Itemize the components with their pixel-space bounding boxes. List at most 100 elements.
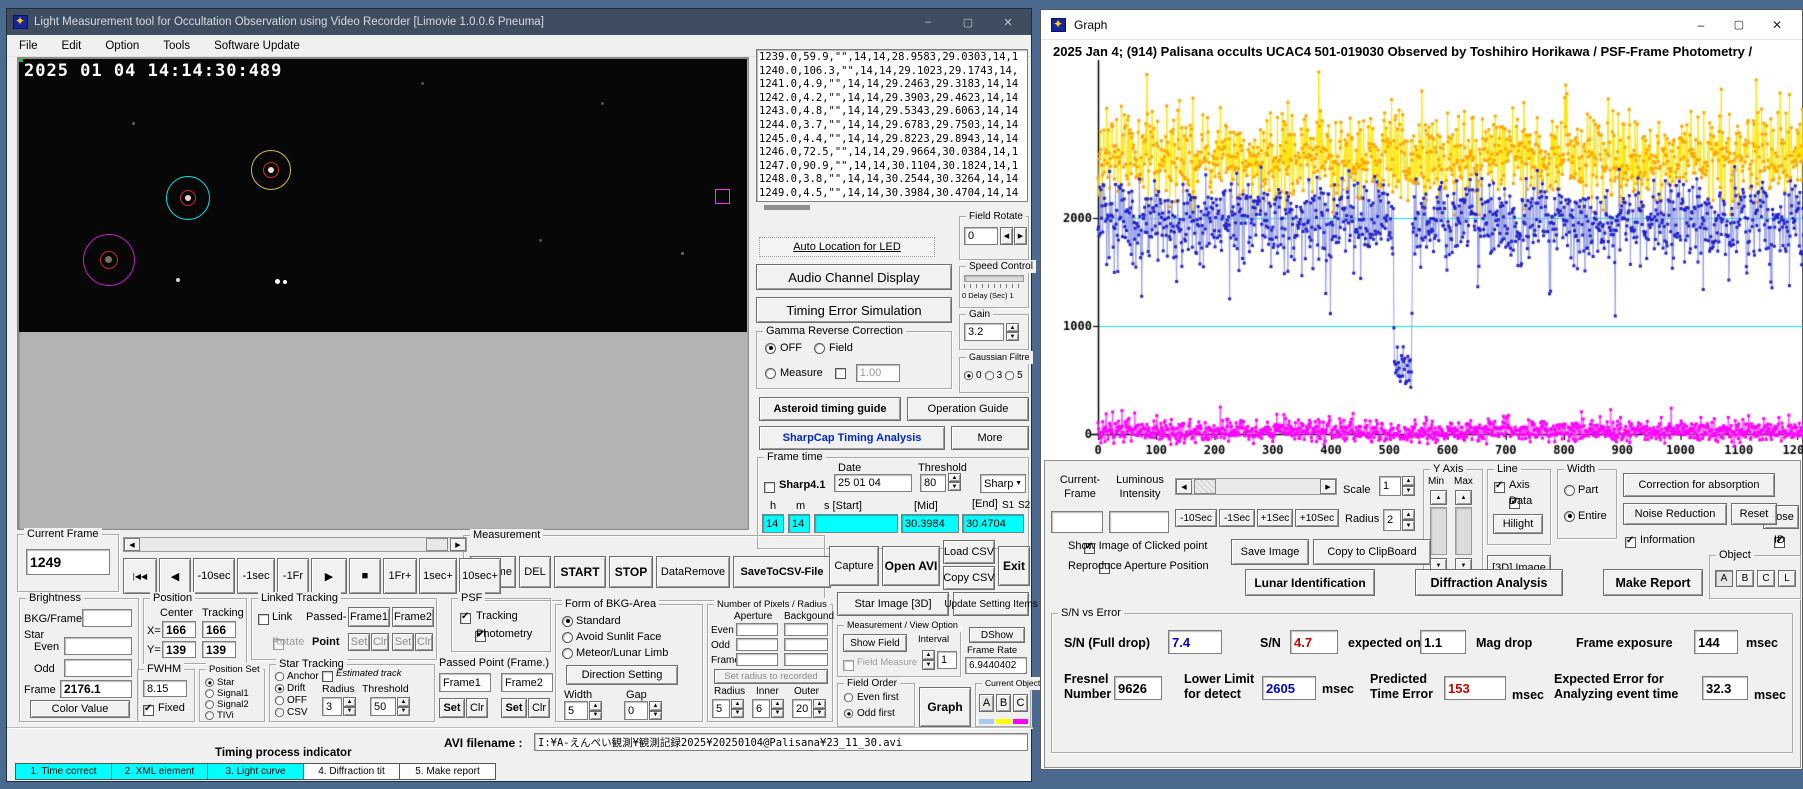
field-rotate-value[interactable]: 0 [964, 227, 998, 245]
update-setting-items-button[interactable]: Update Setting Items [944, 592, 1038, 616]
outer-spinner[interactable]: ▲ ▼ [813, 699, 826, 718]
frame-rate-value[interactable]: 6.9440402 [965, 657, 1027, 674]
copy-clipboard-button[interactable]: Copy to ClipBoard [1313, 539, 1431, 565]
timing-error-simulation-button[interactable]: Timing Error Simulation [756, 297, 952, 323]
field-measure-checkbox[interactable] [843, 660, 854, 671]
star-odd-field[interactable] [64, 659, 132, 677]
bkg-width-value[interactable]: 5 [564, 701, 588, 720]
bkg-gap-value[interactable]: 0 [624, 701, 648, 720]
interval-value[interactable]: 1 [937, 651, 957, 669]
asteroid-timing-guide-button[interactable]: Asteroid timing guide [759, 397, 901, 421]
star-even-field[interactable] [64, 637, 132, 655]
time-h-field[interactable]: 14 [762, 514, 784, 533]
bkg-frame-field[interactable] [82, 609, 132, 627]
ymin-shaft[interactable] [1430, 507, 1447, 555]
outer-value[interactable]: 20 [792, 699, 812, 718]
gauss-5-radio[interactable] [1004, 370, 1015, 381]
track-anchor-radio[interactable] [274, 671, 285, 682]
object-b-button[interactable]: B [996, 694, 1011, 712]
minus-1frame-button[interactable]: -1Fr [277, 558, 309, 594]
graph-scrollbar[interactable]: ◀ ▶ [1175, 478, 1337, 495]
bkg-sunlit-radio[interactable] [562, 631, 573, 643]
plus-10sec-button[interactable]: 10sec+ [459, 558, 501, 594]
object-c-button[interactable]: C [1757, 570, 1775, 587]
scroll-thumb[interactable] [426, 538, 448, 551]
link-checkbox[interactable] [258, 614, 269, 625]
center-y-field[interactable]: 139 [162, 641, 196, 658]
scale-spinner[interactable]: ▲ ▼ [1402, 476, 1415, 496]
time-end-field[interactable]: 30.4704 [962, 514, 1024, 533]
passed-clr2-button[interactable]: Clr [528, 698, 550, 718]
tab-light-curve[interactable]: 3. Light curve [207, 763, 304, 780]
scroll-thumb[interactable] [1194, 479, 1216, 494]
current-frame-input[interactable] [1051, 511, 1103, 533]
menu-edit[interactable]: Edit [50, 40, 94, 52]
copy-csv-button[interactable]: Copy CSV [943, 566, 995, 590]
plus-1frame-button[interactable]: 1Fr+ [383, 558, 417, 594]
reset-button[interactable]: Reset [1731, 503, 1777, 525]
set-radius-recorded-button[interactable]: Set radius to recorded [714, 669, 828, 684]
object-l-button[interactable]: L [1778, 570, 1796, 587]
line-axis-checkbox[interactable] [1494, 480, 1505, 493]
odd-first-radio[interactable] [843, 708, 854, 719]
object-a-button[interactable]: A [979, 694, 994, 712]
close-button[interactable]: ✕ [991, 12, 1025, 32]
del-button[interactable]: DEL [519, 556, 551, 588]
frame-position-scrollbar[interactable]: ◀ ▶ [123, 537, 467, 552]
plus-1sec-button[interactable]: 1sec+ [419, 558, 457, 594]
plus-10sec-button[interactable]: +10Sec [1295, 509, 1339, 527]
gamma-checkbox[interactable] [834, 367, 846, 379]
object-a-button[interactable]: A [1715, 570, 1733, 587]
start-button[interactable]: START [554, 556, 606, 588]
gauss-3-radio[interactable] [984, 370, 994, 381]
gain-spinner[interactable]: ▲ ▼ [1006, 323, 1019, 341]
tab-xml-element[interactable]: 2. XML element [111, 763, 208, 780]
linked-frame2-button[interactable]: Frame2 [392, 607, 434, 627]
operation-guide-button[interactable]: Operation Guide [907, 397, 1029, 421]
interval-spinner[interactable]: ▲ ▼ [922, 650, 935, 670]
gain-value[interactable]: 3.2 [964, 323, 1004, 341]
current-frame-value[interactable]: 1249 [26, 549, 110, 575]
graph-radius-value[interactable]: 2 [1383, 509, 1401, 531]
aperture-frame-field[interactable] [736, 653, 778, 666]
data-remove-button[interactable]: DataRemove [656, 556, 730, 588]
tab-diffraction[interactable]: 4. Diffraction tit [303, 763, 400, 780]
minus-10sec-button[interactable]: -10sec [193, 558, 235, 594]
scroll-left-arrow[interactable]: ◀ [1176, 479, 1192, 494]
stop-button[interactable]: STOP [609, 556, 653, 588]
menu-tools[interactable]: Tools [151, 40, 202, 52]
aperture-odd-field[interactable] [736, 638, 778, 651]
ymax-up-button[interactable]: ▲ [1455, 490, 1472, 505]
scroll-right-arrow[interactable]: ▶ [450, 538, 466, 551]
luminous-intensity-input[interactable] [1109, 511, 1169, 533]
gamma-value-field[interactable]: 1.00 [855, 364, 900, 382]
graph-button[interactable]: Graph [919, 687, 971, 727]
passed-set1-button[interactable]: Set [439, 698, 465, 718]
hilight-button[interactable]: Hilight [1493, 514, 1543, 534]
gamma-off-radio[interactable] [765, 342, 776, 354]
tracking-y-field[interactable]: 139 [202, 641, 236, 658]
linked-set1-button[interactable]: Set [348, 633, 370, 651]
linked-frame1-button[interactable]: Frame1 [348, 607, 390, 627]
make-report-button[interactable]: Make Report [1603, 569, 1703, 596]
object-c-button[interactable]: C [1013, 694, 1028, 712]
diffraction-analysis-button[interactable]: Diffraction Analysis [1415, 569, 1563, 596]
step-back-button[interactable]: ◀ [159, 558, 191, 594]
minimize-button[interactable]: – [1686, 13, 1716, 37]
linked-clr2-button[interactable]: Clr [415, 633, 433, 651]
audio-channel-display-button[interactable]: Audio Channel Display [756, 264, 952, 290]
selection-square-marker[interactable] [715, 189, 730, 204]
threshold-field[interactable]: 80 [920, 474, 946, 492]
time-start-field[interactable] [814, 514, 898, 533]
radius-value[interactable]: 5 [712, 699, 730, 718]
passed-set2-button[interactable]: Set [501, 698, 527, 718]
show-field-button[interactable]: Show Field [843, 634, 907, 652]
track-off-radio[interactable] [274, 695, 285, 706]
gauss-0-radio[interactable] [963, 370, 974, 381]
dshow-button[interactable]: DShow [969, 627, 1025, 643]
track-threshold-value[interactable]: 50 [370, 697, 396, 716]
even-first-radio[interactable] [843, 692, 854, 703]
main-titlebar[interactable]: Light Measurement tool for Occultation O… [7, 9, 1031, 35]
ymin-up-button[interactable]: ▲ [1430, 490, 1447, 505]
ymax-shaft[interactable] [1455, 507, 1472, 555]
